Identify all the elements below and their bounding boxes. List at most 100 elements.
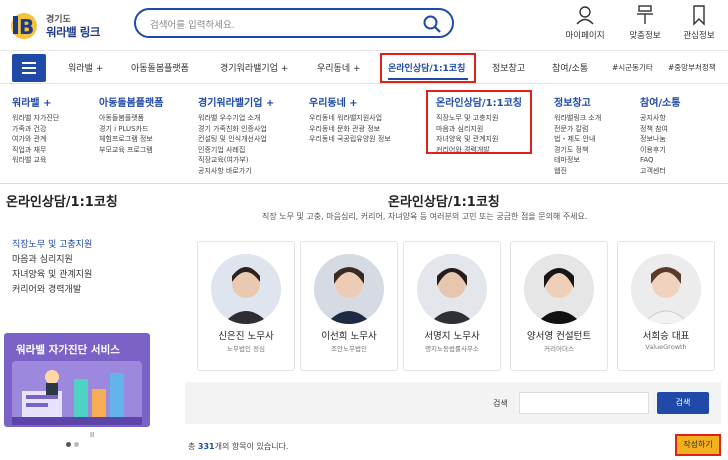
sidebar-item-career[interactable]: 커리어와 경력개발: [12, 283, 92, 298]
mega-link[interactable]: 직장교육(여가부): [198, 155, 274, 166]
mega-link[interactable]: 여가와 관계: [12, 134, 59, 145]
banner-illustration-icon: [12, 361, 142, 425]
counselor-card[interactable]: 이선희 노무사 조안노무법인: [300, 241, 398, 371]
mega-link[interactable]: 부모교육 프로그램: [99, 145, 163, 156]
nav-tag-central[interactable]: #중앙부처정책: [668, 62, 716, 73]
mega-link[interactable]: 정책 참여: [640, 124, 680, 135]
logo-mark-icon: B: [11, 13, 37, 39]
counselor-org: 커리어더스: [544, 345, 574, 353]
mega-link[interactable]: 경기 i PLUS카드: [99, 124, 163, 135]
svg-text:B: B: [19, 15, 34, 39]
bookmark-icon: [693, 5, 705, 26]
mega-link[interactable]: 이용후기: [640, 145, 680, 156]
counselor-org: 명지노동법률사무소: [425, 345, 479, 353]
counselor-org: 조안노무법인: [331, 345, 367, 353]
nav-item-companies[interactable]: 경기워라밸기업 +: [220, 61, 288, 74]
counselor-name: 서명지 노무사: [424, 331, 480, 342]
nav-active-underline: [388, 78, 468, 80]
interest-info-button[interactable]: 관심정보: [670, 4, 728, 46]
counselor-card[interactable]: 신은진 노무사 노무법인 정심: [197, 241, 295, 371]
mega-col-neighborhood: 우리동네 + 우리동네 워라밸지원사업 우리동네 문화 관광 정보 우리동네 국…: [309, 94, 391, 145]
banner-title: 워라밸 자가진단 서비스: [16, 344, 120, 356]
mega-link[interactable]: 공지사항 바로가기: [198, 166, 274, 177]
mega-link[interactable]: 아동돌봄플랫폼: [99, 113, 163, 124]
mega-link[interactable]: 워라밸 우수기업 소개: [198, 113, 274, 124]
write-button[interactable]: 작성하기: [675, 434, 721, 456]
mega-link[interactable]: 우리동네 문화 관광 정보: [309, 124, 391, 135]
mega-col-childcare: 아동돌봄플랫폼 아동돌봄플랫폼 경기 i PLUS카드 체험프로그램 정보 부모…: [99, 94, 163, 155]
sidebar-menu: 직장노무 및 고충지원 마음과 심리지원 자녀양육 및 관계지원 커리어와 경력…: [12, 238, 92, 298]
mega-col-title[interactable]: 우리동네 +: [309, 94, 391, 109]
interest-info-label: 관심정보: [683, 31, 715, 41]
board-search-label: 검색: [493, 399, 508, 408]
mega-col-title[interactable]: 워라밸 +: [12, 94, 59, 109]
search-input[interactable]: 검색어를 입력하세요.: [150, 17, 235, 31]
logo-line2: 워라밸 링크: [46, 25, 100, 39]
mega-link[interactable]: 경기 가족친화 인증사업: [198, 124, 274, 135]
mypage-label: 마이페이지: [565, 31, 605, 41]
counselor-name: 양서영 컨설턴트: [526, 331, 592, 342]
mega-link[interactable]: 컨설팅 및 인식개선사업: [198, 134, 274, 145]
sidebar-item-labor[interactable]: 직장노무 및 고충지원: [12, 238, 92, 253]
self-diagnosis-banner[interactable]: 워라밸 자가진단 서비스: [4, 333, 150, 427]
nav-item-participate[interactable]: 참여/소통: [552, 61, 588, 74]
board-search-input[interactable]: [519, 392, 649, 414]
search-box[interactable]: 검색어를 입력하세요.: [134, 8, 454, 38]
nav-item-worklife[interactable]: 워라밸 +: [68, 61, 103, 74]
mega-link[interactable]: FAQ: [640, 155, 680, 166]
total-prefix: 총: [188, 442, 198, 451]
total-number: 331: [197, 442, 215, 451]
mega-link[interactable]: 인증기업 사례집: [198, 145, 274, 156]
mega-col-title[interactable]: 참여/소통: [640, 94, 680, 109]
hamburger-menu-button[interactable]: [12, 54, 46, 82]
counselor-card[interactable]: 서희승 대표 ValueGrowth: [617, 241, 715, 371]
page-title: 온라인상담/1:1코칭: [388, 195, 500, 210]
mega-link[interactable]: 워라밸 자가진단: [12, 113, 59, 124]
nav-item-childcare[interactable]: 아동돌봄플랫폼: [131, 61, 189, 74]
mega-link[interactable]: 워라밸링크 소개: [554, 113, 601, 124]
sidebar-title: 온라인상담/1:1코칭: [6, 195, 118, 210]
mega-col-title[interactable]: 경기워라밸기업 +: [198, 94, 274, 109]
counselor-name: 이선희 노무사: [321, 331, 377, 342]
nav-item-neighborhood[interactable]: 우리동네 +: [317, 61, 361, 74]
nav-tag-local[interactable]: #시군동기타: [612, 62, 653, 73]
site-logo[interactable]: B 경기도 워라밸 링크: [10, 6, 110, 42]
mega-highlight-box: [426, 90, 532, 154]
mega-link[interactable]: 우리동네 워라밸지원사업: [309, 113, 391, 124]
counselor-card[interactable]: 양서영 컨설턴트 커리어더스: [510, 241, 608, 371]
sidebar-item-parenting[interactable]: 자녀양육 및 관계지원: [12, 268, 92, 283]
header: B 경기도 워라밸 링크 검색어를 입력하세요. 마이페이지 맞춤정보 관심정보: [0, 0, 728, 48]
custom-info-label: 맞춤정보: [629, 31, 661, 41]
mega-link[interactable]: 법・제도 안내: [554, 134, 601, 145]
mega-link[interactable]: 고객센터: [640, 166, 680, 177]
mega-link[interactable]: 전문가 칼럼: [554, 124, 601, 135]
mega-link[interactable]: 우리동네 국공립유양원 정보: [309, 134, 391, 145]
search-icon[interactable]: [422, 14, 442, 34]
user-icon: [576, 6, 594, 25]
board-search-button[interactable]: 검색: [657, 392, 709, 414]
counselor-name: 신은진 노무사: [218, 331, 274, 342]
counselor-card[interactable]: 서명지 노무사 명지노동법률사무소: [403, 241, 501, 371]
mega-link[interactable]: 직업과 재무: [12, 145, 59, 156]
total-suffix: 개의 항목이 있습니다.: [214, 442, 289, 451]
sidebar-item-mind[interactable]: 마음과 심리지원: [12, 253, 92, 268]
mypage-button[interactable]: 마이페이지: [556, 4, 614, 46]
mega-link[interactable]: 공지사항: [640, 113, 680, 124]
mega-menu: 워라밸 + 워라밸 자가진단 가족과 건강 여가와 관계 직업과 재무 워라밸 …: [0, 88, 728, 184]
mega-link[interactable]: 정보나눔: [640, 134, 680, 145]
mega-link[interactable]: 가족과 건강: [12, 124, 59, 135]
counselor-org: ValueGrowth: [645, 343, 687, 351]
mega-link[interactable]: 워라밸 교육: [12, 155, 59, 166]
custom-info-button[interactable]: 맞춤정보: [616, 4, 674, 46]
mega-link[interactable]: 웹진: [554, 166, 601, 177]
banner-pause-button[interactable]: II: [90, 431, 94, 439]
nav-item-info[interactable]: 정보창고: [492, 61, 525, 74]
pin-icon: [637, 5, 653, 24]
mega-link[interactable]: 경기도 정책: [554, 145, 601, 156]
banner-pagination[interactable]: [66, 432, 82, 451]
mega-col-title[interactable]: 정보창고: [554, 94, 601, 109]
mega-col-title[interactable]: 아동돌봄플랫폼: [99, 94, 163, 109]
mega-col-worklife: 워라밸 + 워라밸 자가진단 가족과 건강 여가와 관계 직업과 재무 워라밸 …: [12, 94, 59, 166]
mega-link[interactable]: 체험프로그램 정보: [99, 134, 163, 145]
mega-link[interactable]: 테마정보: [554, 155, 601, 166]
